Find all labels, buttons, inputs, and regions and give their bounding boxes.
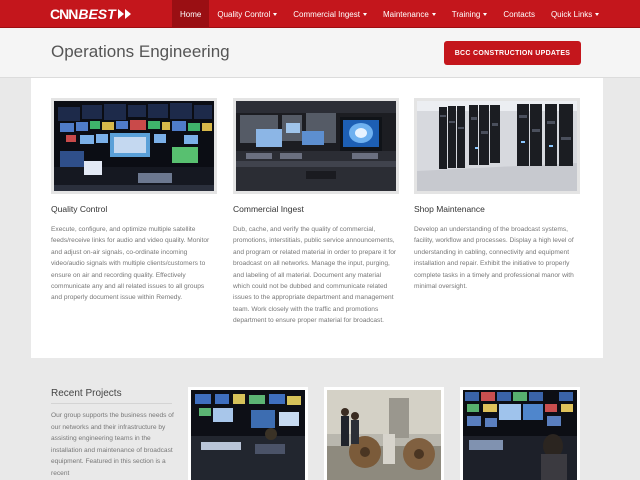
- page-header: Operations Engineering BCC CONSTRUCTION …: [0, 28, 640, 78]
- chevron-down-icon: [362, 12, 367, 16]
- nav-item-label: Commercial Ingest: [293, 9, 360, 19]
- logo-text-cnn: CNN: [50, 6, 78, 22]
- service-title[interactable]: Commercial Ingest: [233, 204, 399, 214]
- service-title[interactable]: Quality Control: [51, 204, 217, 214]
- service-title[interactable]: Shop Maintenance: [414, 204, 580, 214]
- ingest-room-photo[interactable]: [233, 98, 399, 194]
- project-thumbnail-cable-install[interactable]: [324, 387, 444, 480]
- logo-text-best: BEST: [78, 6, 116, 22]
- logo-arrows-icon: [117, 9, 132, 19]
- service-description: Develop an understanding of the broadcas…: [414, 226, 574, 291]
- nav-item-quick-links[interactable]: Quick Links: [543, 0, 607, 28]
- chevron-down-icon: [483, 12, 488, 16]
- project-thumbnail-control-room[interactable]: [188, 387, 308, 480]
- service-card-shop-maintenance: Shop Maintenance Develop an understandin…: [414, 98, 580, 292]
- nav-item-label: Training: [451, 9, 481, 19]
- chevron-down-icon: [431, 12, 436, 16]
- nav-item-home[interactable]: Home: [172, 0, 210, 28]
- equipment-racks-photo[interactable]: [414, 98, 580, 194]
- chevron-down-icon: [595, 12, 600, 16]
- nav-item-maintenance[interactable]: Maintenance: [375, 0, 444, 28]
- page-title: Operations Engineering: [51, 42, 230, 61]
- nav-item-contacts[interactable]: Contacts: [495, 0, 543, 28]
- nav-item-quality-control[interactable]: Quality Control: [209, 0, 285, 28]
- nav-item-commercial-ingest[interactable]: Commercial Ingest: [285, 0, 375, 28]
- project-thumbnail-monitor-wall[interactable]: [460, 387, 580, 480]
- nav-item-label: Contacts: [503, 9, 535, 19]
- nav-item-label: Quick Links: [550, 9, 593, 19]
- bcc-construction-updates-button[interactable]: BCC CONSTRUCTION UPDATES: [444, 41, 581, 65]
- recent-projects-section: Recent Projects Our group supports the b…: [31, 370, 603, 480]
- control-room-photo[interactable]: [51, 98, 217, 194]
- recent-projects-title: Recent Projects: [51, 388, 122, 399]
- cnn-best-logo[interactable]: CNN BEST: [50, 6, 132, 22]
- nav-item-training[interactable]: Training: [444, 0, 496, 28]
- services-section: Quality Control Execute, configure, and …: [31, 78, 603, 358]
- section-divider: [51, 403, 172, 404]
- nav-item-label: Maintenance: [382, 9, 429, 19]
- top-navbar: CNN BEST Home Quality Control Commercial I…: [0, 0, 640, 28]
- service-card-quality-control: Quality Control Execute, configure, and …: [51, 98, 217, 304]
- service-description: Dub, cache, and verify the quality of co…: [233, 226, 397, 325]
- service-description: Execute, configure, and optimize multipl…: [51, 226, 210, 302]
- recent-projects-description: Our group supports the business needs of…: [51, 412, 174, 477]
- chevron-down-icon: [273, 12, 278, 16]
- service-card-commercial-ingest: Commercial Ingest Dub, cache, and verify…: [233, 98, 399, 327]
- main-nav: Home Quality Control Commercial Ingest Main…: [172, 0, 607, 28]
- nav-item-label: Home: [180, 9, 202, 19]
- nav-item-label: Quality Control: [217, 9, 271, 19]
